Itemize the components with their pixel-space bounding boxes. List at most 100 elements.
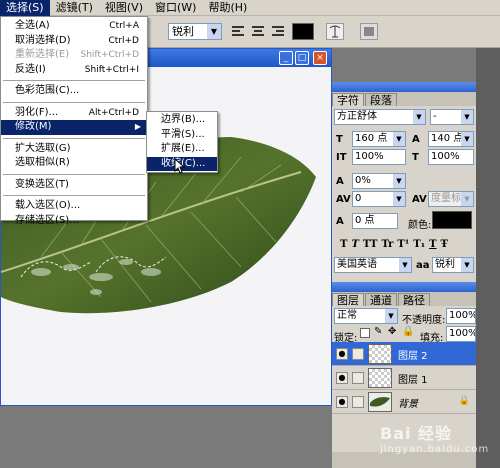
kerning-field[interactable]: 0 ▼ (352, 191, 406, 207)
menu-item-transform-selection[interactable]: 变换选区(T) (1, 178, 147, 193)
color-label: 颜色: (408, 220, 432, 231)
menu-item-save-selection[interactable]: 存储选区(S)... (1, 214, 147, 229)
language-select[interactable]: 美国英语 ▼ (334, 257, 412, 273)
layer-row[interactable]: ● 图层 2 (332, 342, 476, 366)
submenu-arrow-icon: ▶ (134, 122, 141, 131)
vertical-scale-icon: IT (336, 152, 347, 163)
menu-item-label: 修改(M) (15, 121, 52, 132)
tab-character[interactable]: 字符 (332, 93, 364, 107)
baseline-shift-field[interactable]: 0 点 (352, 213, 398, 229)
menu-item-label: 羽化(F)... (15, 106, 59, 118)
menu-item-label: 反选(I) (15, 63, 46, 75)
kerning-icon: AV (336, 194, 351, 205)
character-antialias-select[interactable]: 锐利 ▼ (432, 257, 474, 273)
menu-item-feather[interactable]: 羽化(F)... Alt+Ctrl+D (1, 106, 147, 121)
menu-filter[interactable]: 滤镜(T) (50, 0, 99, 16)
layers-panel-titlebar[interactable] (332, 282, 476, 292)
menu-item-select-all[interactable]: 全选(A) Ctrl+A (1, 19, 147, 34)
eye-icon[interactable]: ● (336, 348, 348, 360)
fill-field[interactable]: 100% (446, 326, 476, 342)
select-menu: 全选(A) Ctrl+A 取消选择(D) Ctrl+D 重新选择(E) Shift+C… (0, 16, 148, 226)
menu-view[interactable]: 视图(V) (99, 0, 149, 16)
lock-transparency-icon[interactable] (360, 328, 370, 338)
menu-item-load-selection[interactable]: 载入选区(O)... (1, 199, 147, 214)
kerning-method-select: 度量标准 ▼ (428, 191, 474, 207)
tab-channels[interactable]: 通道 (365, 293, 397, 307)
font-family-select[interactable]: 方正舒体 ▼ (334, 109, 426, 125)
kerning-value: 0 (355, 193, 362, 204)
antialias-icon: aa (416, 260, 430, 271)
tracking-field[interactable]: 0% ▼ (352, 173, 406, 189)
tracking-icon: A (336, 176, 344, 187)
blend-mode-select[interactable]: 正常 ▼ (334, 308, 398, 324)
horizontal-scale-field[interactable]: 100% (428, 149, 474, 165)
menu-item-inverse[interactable]: 反选(I) Shift+Ctrl+I (1, 63, 147, 78)
close-icon[interactable]: × (313, 51, 327, 65)
lock-position-icon[interactable]: ✥ (388, 326, 396, 337)
menu-item-label: 边界(B)... (161, 114, 206, 125)
menu-item-modify[interactable]: 修改(M) ▶ (1, 120, 147, 135)
layer-name: 图层 1 (398, 375, 428, 386)
align-center-icon[interactable] (252, 24, 266, 38)
tab-paths[interactable]: 路径 (398, 293, 430, 307)
warp-text-icon[interactable] (326, 23, 344, 40)
text-color-swatch[interactable] (292, 23, 314, 40)
menu-item-grow[interactable]: 扩大选取(G) (1, 142, 147, 157)
menu-item-color-range[interactable]: 色彩范围(C)... (1, 84, 147, 99)
chevron-down-icon: ▼ (461, 110, 473, 124)
superscript-button[interactable]: T¹ (397, 239, 409, 250)
watermark-subtext: jingyan.baidu.com (380, 444, 490, 455)
underline-button[interactable]: T (429, 239, 436, 250)
layer-row[interactable]: ● 背景 🔒 (332, 390, 476, 414)
align-left-icon[interactable] (232, 24, 246, 38)
menu-window[interactable]: 窗口(W) (149, 0, 202, 16)
panels-column: 字符 段落 方正舒体 ▼ - ▼ T 160 点 ▼ A 140 点 ▼ IT 100%… (332, 82, 476, 468)
eye-icon[interactable]: ● (336, 372, 348, 384)
tab-paragraph[interactable]: 段落 (365, 93, 397, 107)
layer-row[interactable]: ● 图层 1 (332, 366, 476, 390)
lock-all-icon[interactable]: 🔒 (402, 326, 414, 337)
right-edge-strip (476, 48, 500, 468)
menu-item-smooth[interactable]: 平滑(S)... (147, 128, 217, 143)
tab-layers[interactable]: 图层 (332, 293, 364, 307)
menu-item-label: 变换选区(T) (15, 178, 69, 190)
menu-item-expand[interactable]: 扩展(E)... (147, 142, 217, 157)
menu-item-label: 选取相似(R) (15, 157, 70, 168)
tracking-value: 0% (355, 175, 371, 186)
subscript-button[interactable]: T₁ (413, 239, 425, 250)
character-panel-tabs: 字符 段落 (332, 92, 476, 107)
menu-item-label: 色彩范围(C)... (15, 85, 80, 96)
palettes-icon[interactable] (360, 23, 378, 40)
menu-item-similar[interactable]: 选取相似(R) (1, 156, 147, 171)
chevron-down-icon: ▼ (393, 132, 405, 146)
align-right-icon[interactable] (272, 24, 286, 38)
layer-name: 图层 2 (398, 351, 428, 362)
font-style-select[interactable]: - ▼ (430, 109, 474, 125)
menu-shortcut: Ctrl+A (109, 21, 139, 31)
menu-separator (3, 173, 145, 175)
character-panel-titlebar[interactable] (332, 82, 476, 92)
lock-image-icon[interactable]: ✎ (374, 326, 382, 337)
all-caps-button[interactable]: TT (363, 239, 378, 250)
maximize-icon[interactable]: □ (295, 51, 309, 65)
menu-item-label: 扩展(E)... (161, 143, 205, 154)
vertical-scale-field[interactable]: 100% (352, 149, 406, 165)
minimize-icon[interactable]: _ (279, 51, 293, 65)
antialias-select[interactable]: 锐利 ▼ (168, 23, 222, 40)
small-caps-button[interactable]: Tr (381, 239, 393, 250)
baseline-shift-icon: A (336, 216, 344, 227)
menu-item-deselect[interactable]: 取消选择(D) Ctrl+D (1, 34, 147, 49)
faux-italic-button[interactable]: T (351, 239, 358, 250)
font-size-field[interactable]: 160 点 ▼ (352, 131, 406, 147)
faux-bold-button[interactable]: T (340, 239, 347, 250)
layer-name: 背景 (398, 399, 418, 410)
menu-select[interactable]: 选择(S) (0, 0, 50, 16)
opacity-field[interactable]: 100% (446, 308, 476, 324)
menu-help[interactable]: 帮助(H) (202, 0, 253, 16)
strikethrough-button[interactable]: Ŧ (441, 239, 448, 250)
eye-icon[interactable]: ● (336, 396, 348, 408)
menu-item-border[interactable]: 边界(B)... (147, 113, 217, 128)
leading-field[interactable]: 140 点 ▼ (428, 131, 474, 147)
character-color-swatch[interactable] (432, 211, 472, 229)
antialias-value: 锐利 (172, 25, 194, 38)
